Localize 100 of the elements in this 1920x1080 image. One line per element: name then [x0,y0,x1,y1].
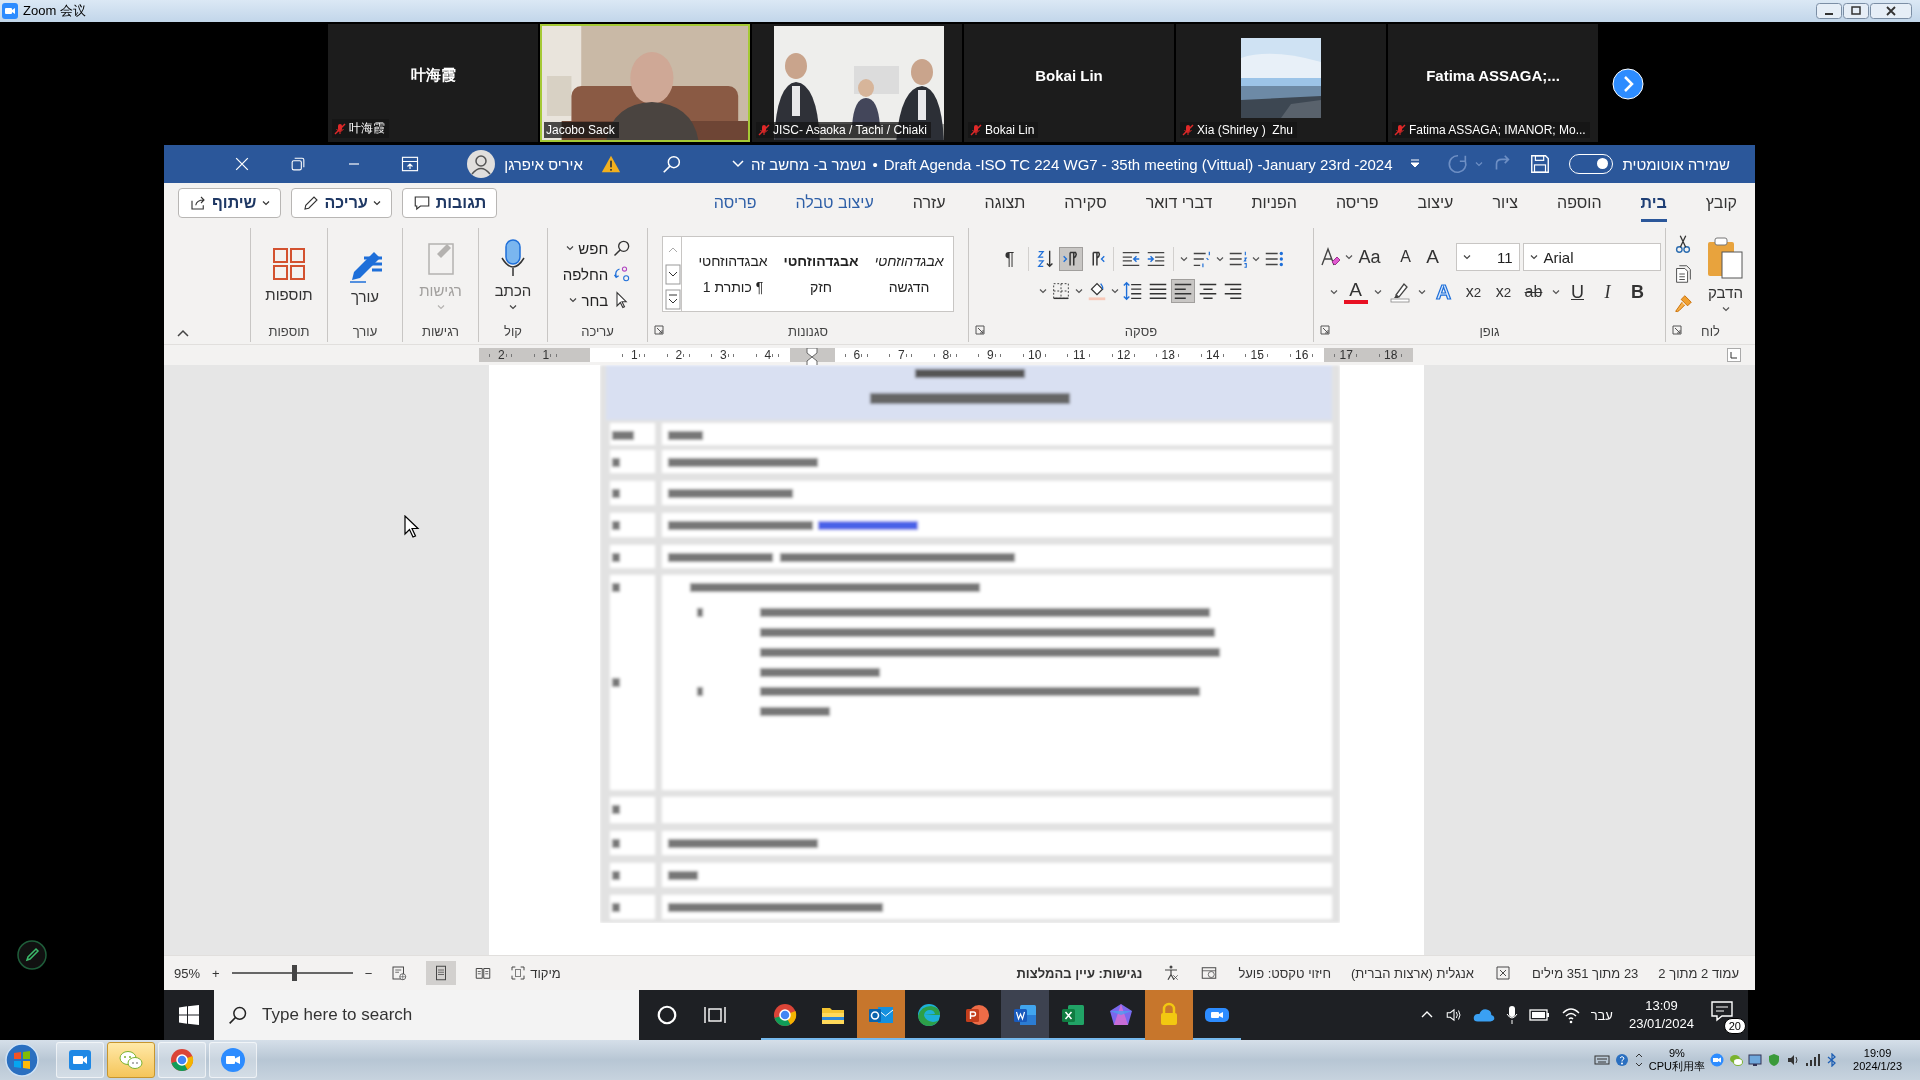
ribbon-tab[interactable]: דברי דואר [1145,183,1213,222]
zoom-level[interactable]: 95% [174,965,201,981]
ribbon-tab[interactable]: עיצוב טבלה [795,183,874,222]
cloud-icon[interactable] [1472,1006,1495,1024]
underline-button[interactable]: U [1565,279,1590,305]
text-prediction[interactable]: חיזוי טקסט: פועל [1238,965,1332,981]
shrink-font-button[interactable]: A [1393,244,1418,270]
customize-toolbar-icon[interactable] [1408,159,1421,169]
ribbon-tab[interactable]: קובץ [1705,183,1737,222]
ribbon-tab[interactable]: בית [1640,183,1667,222]
pencil-icon[interactable] [17,940,47,970]
zoom-in-button[interactable]: + [212,965,220,981]
ribbon-tab[interactable]: תצוגה [984,183,1026,222]
notification-icon[interactable] [1710,1000,1734,1022]
replace-button[interactable]: החלפה [562,264,633,284]
web-layout-icon[interactable] [390,964,409,982]
dialog-launcher-icon[interactable] [1320,325,1330,335]
battery-icon[interactable] [1528,1008,1551,1022]
start-orb-icon[interactable] [4,1042,40,1078]
collapse-ribbon-icon[interactable] [176,328,190,338]
bold-button[interactable]: B [1625,279,1650,305]
clock-time[interactable]: 19:09 [1863,1047,1892,1060]
search-icon[interactable] [660,153,683,175]
cortana-icon[interactable] [656,1004,678,1026]
ribbon-tab[interactable]: פריסה [1335,183,1379,222]
chevron-down-icon[interactable] [730,159,745,169]
word-count[interactable]: 23 מתוך 351 מילים [1531,965,1639,981]
zoom-tray-icon[interactable] [1710,1053,1725,1067]
dictate-button[interactable]: הכתב [490,235,536,313]
ribbon-tab[interactable]: פריסה [713,183,757,222]
show-marks-button[interactable]: ¶ [997,246,1022,272]
caret-icon[interactable] [1038,287,1047,295]
share-button[interactable]: שיתוף [178,187,281,218]
change-case-button[interactable]: Aa [1356,244,1383,270]
keyboard-icon[interactable] [1593,1054,1610,1066]
options-icon[interactable] [1633,1053,1644,1067]
slider-thumb[interactable] [292,965,298,981]
left-to-right-icon[interactable] [1059,248,1082,270]
style-card[interactable]: אבגדהוזחטי הדגשה [865,237,953,311]
minimize-icon[interactable] [1816,3,1842,19]
ribbon-tab[interactable]: עיצוב [1417,183,1454,222]
accessibility-icon[interactable] [1162,964,1181,982]
dialog-launcher-icon[interactable] [654,325,664,335]
caret-icon[interactable] [1345,253,1354,261]
ribbon-display-icon[interactable] [400,154,421,174]
font-name-field[interactable]: Arial [1522,243,1661,271]
accessibility-status[interactable]: נגישות: עיין בהמלצות [1016,965,1143,981]
signal-icon[interactable] [1805,1053,1822,1067]
ribbon-tab[interactable]: הפניות [1251,183,1297,222]
speaker-icon[interactable] [1786,1053,1801,1067]
ribbon-tab[interactable]: סקירה [1064,183,1107,222]
zoom-out-button[interactable]: − [364,965,373,981]
comments-button[interactable]: תגובות [401,187,498,218]
save-icon[interactable] [1528,153,1551,175]
wifi-icon[interactable] [1560,1006,1581,1024]
proofing-icon[interactable] [1493,964,1512,982]
clock-time[interactable]: 13:09 [1645,997,1678,1015]
indent-marker-icon[interactable] [806,348,819,366]
ribbon-tab[interactable]: הוספה [1557,183,1602,222]
caret-icon[interactable] [1329,288,1338,296]
speaker-icon[interactable] [1444,1006,1463,1024]
input-language[interactable]: עבר [1590,1007,1613,1023]
caret-icon[interactable] [1251,255,1260,263]
language[interactable]: אנגלית (ארצות הברית) [1351,965,1474,981]
caret-icon[interactable] [1110,287,1119,295]
grow-font-button[interactable]: A [1420,244,1445,270]
next-page-icon[interactable] [1612,68,1644,100]
task-view-icon[interactable] [703,1004,727,1026]
caret-icon[interactable] [1373,288,1382,296]
close-icon[interactable] [1870,3,1912,19]
microphone-icon[interactable] [1504,1005,1519,1025]
search-input[interactable]: Type here to search [260,992,594,1038]
italic-button[interactable]: I [1595,279,1620,305]
line-spacing-icon[interactable] [1121,280,1144,302]
paste-button[interactable]: הדבק [1701,233,1750,315]
caret-icon[interactable] [1215,255,1224,263]
ruler-toggle-icon[interactable] [1727,348,1741,362]
font-color-button[interactable]: A [1343,280,1368,304]
clock-date[interactable]: 2024/1/23 [1853,1060,1902,1073]
dialog-launcher-icon[interactable] [1672,325,1682,335]
clock-date[interactable]: 23/01/2024 [1628,1015,1694,1033]
ribbon-tab[interactable]: ציור [1492,183,1518,222]
caret-icon[interactable] [1179,255,1188,263]
style-card[interactable]: אבגדהוזחטי ¶ כותרת 1 [689,237,777,311]
user-name[interactable]: איריס איפרגן [504,155,583,173]
dialog-launcher-icon[interactable] [975,325,985,335]
search-field[interactable]: Type here to search [214,990,639,1040]
font-size-field[interactable]: 11 [1455,243,1520,271]
find-button[interactable]: חפש [566,238,633,258]
macro-icon[interactable] [1200,964,1219,982]
strikethrough-button[interactable]: ab [1521,279,1546,305]
avatar-icon[interactable] [466,149,497,179]
caret-icon[interactable] [1074,287,1083,295]
more-styles-icon[interactable] [665,287,681,312]
page-count[interactable]: עמוד 2 מתוך 2 [1658,965,1739,981]
focus-button[interactable]: מיקוד [510,965,561,981]
caret-icon[interactable] [1551,288,1560,296]
help-icon[interactable] [1614,1053,1629,1067]
maximize-icon[interactable] [1843,3,1869,19]
caret-icon[interactable] [1417,288,1426,296]
